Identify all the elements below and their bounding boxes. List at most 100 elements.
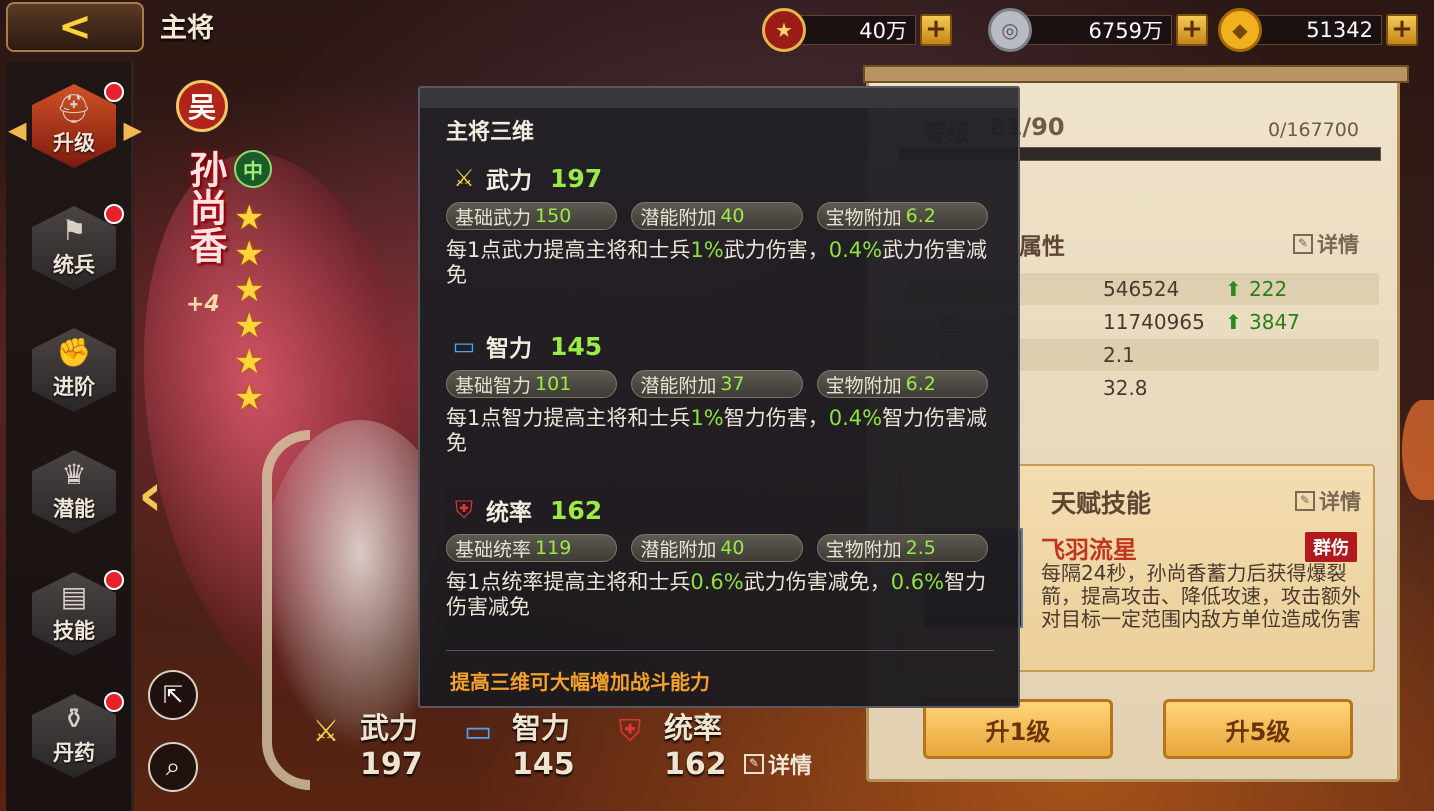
talent-title: 天赋技能 <box>1051 489 1152 518</box>
desc-text: 智力伤害， <box>723 406 829 430</box>
add-rank-button[interactable]: + <box>920 14 952 46</box>
popup-divider <box>446 650 994 651</box>
edit-icon: ✎ <box>1293 234 1313 254</box>
sidebar-item-frame: ♛ 潜能 <box>32 450 116 534</box>
stat-pill: 潜能附加 37 <box>631 370 803 398</box>
currency-rank: ★ 40万 + <box>762 8 952 52</box>
command-shield-icon: ⛨ <box>455 496 473 524</box>
prev-hero-arrow-icon[interactable]: ‹ <box>138 460 163 530</box>
back-arrow-icon: < <box>58 4 92 50</box>
top-bar: < 主将 ★ 40万 + ◎ 6759万 + ◆ 51342 + <box>0 0 1434 58</box>
sidebar-item-label: 升级 <box>53 131 95 155</box>
sidebar-item-upgrade[interactable]: ◀ ⛑ 升级 ▶ <box>8 76 142 176</box>
back-button[interactable]: < <box>6 2 144 52</box>
crossed-swords-icon: ⚔ <box>453 164 475 192</box>
gold-ingot-icon: ◆ <box>1218 8 1262 52</box>
pill-label: 基础武力 <box>455 206 532 229</box>
talent-detail-link[interactable]: ✎ 详情 <box>1295 486 1361 516</box>
edit-icon: ✎ <box>1295 491 1315 511</box>
bottom-stat-command: ⛨ 统率 162 <box>604 705 727 782</box>
sidebar: ◀ ⛑ 升级 ▶ ⚑ 统兵 ✊ 进阶 ♛ 潜能 ▤ 技能 ⚱ 丹药 <box>6 62 142 811</box>
upgrade-5-button[interactable]: 升5级 <box>1163 699 1353 759</box>
sidebar-item-label: 进阶 <box>53 375 95 399</box>
pill-value: 6.2 <box>905 373 936 395</box>
sidebar-item-potential[interactable]: ♛ 潜能 <box>28 442 120 542</box>
attribute-value: 11740965 <box>1103 310 1205 334</box>
desc-text: 每1点智力提高主将和士兵 <box>446 406 691 430</box>
sidebar-item-frame: ✊ 进阶 <box>32 328 116 412</box>
pill-label: 潜能附加 <box>640 374 717 397</box>
star-icon: ★ <box>234 270 265 310</box>
notification-dot <box>104 82 124 102</box>
currency-value: 6759万 <box>1022 15 1172 45</box>
sidebar-item-label: 技能 <box>53 619 95 643</box>
skill-description: 每隔24秒，孙尚香蓄力后获得爆裂箭，提高攻击、降低攻速，攻击额外对目标一定范围内… <box>1041 561 1361 631</box>
sidebar-item-frame: ⚱ 丹药 <box>32 694 116 778</box>
pill-label: 潜能附加 <box>640 206 717 229</box>
stat-heading: ⛨ 统率 162 <box>446 492 1002 528</box>
pill-value: 101 <box>535 373 572 395</box>
star-icon: ★ <box>234 306 265 346</box>
currency-value: 40万 <box>796 15 916 45</box>
sidebar-item-frame: ⚑ 统兵 <box>32 206 116 290</box>
upgrade-1-button[interactable]: 升1级 <box>923 699 1113 759</box>
stats-tooltip-popup: 主将三维 ⚔ 武力 197 基础武力 150 潜能附加 40 宝物附加 6.2 每1点… <box>418 86 1020 708</box>
stat-pill: 宝物附加 2.5 <box>816 534 988 562</box>
pill-value: 37 <box>720 373 745 395</box>
notification-dot <box>104 692 124 712</box>
pill-label: 潜能附加 <box>640 538 717 561</box>
arrow-up-icon: ⬆ <box>1225 310 1242 334</box>
stat-value: 145 <box>550 331 603 361</box>
pill-value: 119 <box>535 537 572 559</box>
add-silver-button[interactable]: + <box>1176 14 1208 46</box>
currency-silver: ◎ 6759万 + <box>988 8 1208 52</box>
popup-title: 主将三维 <box>446 120 535 145</box>
popup-header-bar <box>420 88 1018 108</box>
stat-name: 统率 <box>486 500 532 526</box>
detail-label: 详情 <box>1317 233 1359 257</box>
stat-value: 145 <box>512 747 575 782</box>
share-button[interactable]: ⇱ <box>148 670 198 720</box>
sidebar-item-elixir[interactable]: ⚱ 丹药 <box>28 686 124 786</box>
silver-coin-icon: ◎ <box>988 8 1032 52</box>
stat-block-command: ⛨ 统率 162 基础统率 119 潜能附加 40 宝物附加 2.5 每1点统率提高主… <box>446 492 1002 620</box>
stat-block-intellect: ▭ 智力 145 基础智力 101 潜能附加 37 宝物附加 6.2 每1点智力提高主… <box>446 328 1002 456</box>
crown-icon: ♛ <box>61 458 87 491</box>
stat-description: 每1点统率提高主将和士兵0.6%武力伤害减免，0.6%智力伤害减免 <box>446 570 1002 620</box>
share-icon: ⇱ <box>162 681 184 709</box>
desc-text: 每1点武力提高主将和士兵 <box>446 238 691 262</box>
stat-value: 197 <box>550 163 603 193</box>
pill-value: 2.5 <box>905 537 936 559</box>
attributes-detail-link[interactable]: ✎ 详情 <box>1293 229 1359 259</box>
bottom-stat-text: 智力 145 <box>512 705 575 782</box>
stat-name: 智力 <box>512 711 571 745</box>
sidebar-item-troops[interactable]: ⚑ 统兵 <box>28 198 124 298</box>
bottom-stat-force: ⚔ 武力 197 <box>300 705 423 782</box>
sidebar-item-label: 统兵 <box>53 253 95 277</box>
inspect-button[interactable]: ⌕ <box>148 742 198 792</box>
stat-name: 武力 <box>486 168 532 194</box>
stat-name: 统率 <box>664 711 723 745</box>
scroll-icon: ▭ <box>452 332 476 360</box>
side-tab-edge[interactable] <box>1402 400 1434 500</box>
star-icon: ★ <box>234 198 265 238</box>
attribute-value: 32.8 <box>1103 376 1148 400</box>
notification-dot <box>104 570 124 590</box>
bottom-stat-intellect: ▭ 智力 145 <box>452 705 575 782</box>
currency-value: 51342 <box>1252 15 1382 45</box>
pill-label: 基础统率 <box>455 538 532 561</box>
bottom-stat-text: 武力 197 <box>360 705 423 782</box>
add-gold-button[interactable]: + <box>1386 14 1418 46</box>
desc-highlight: 0.6% <box>690 570 744 594</box>
notification-dot <box>104 204 124 224</box>
star-icon: ★ <box>234 342 265 382</box>
elixir-icon: ⚱ <box>62 702 86 735</box>
stat-breakdown: 基础统率 119 潜能附加 40 宝物附加 2.5 <box>446 534 1002 562</box>
command-shield-icon: ⛨ <box>618 713 642 749</box>
sidebar-item-skills[interactable]: ▤ 技能 <box>28 564 124 664</box>
stats-detail-link[interactable]: ✎ 详情 <box>744 748 812 780</box>
fist-up-icon: ✊ <box>56 336 92 369</box>
sidebar-item-advance[interactable]: ✊ 进阶 <box>28 320 120 420</box>
left-marker-icon: ◀ <box>8 116 27 144</box>
pill-label: 宝物附加 <box>825 206 902 229</box>
